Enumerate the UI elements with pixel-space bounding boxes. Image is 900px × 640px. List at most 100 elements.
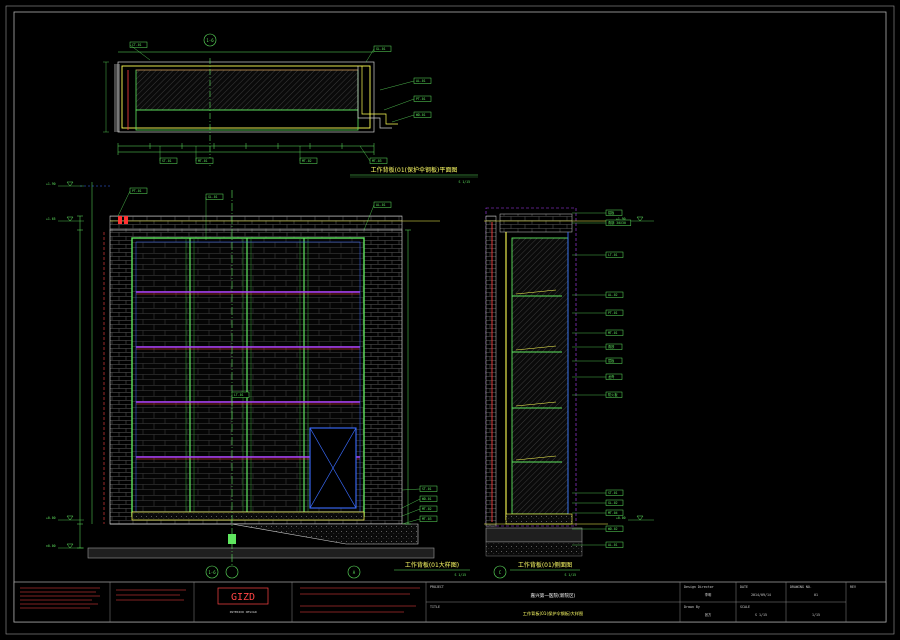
front-view-title: 工作背板(01大样图) S 1/15 bbox=[394, 561, 470, 577]
designer-name: 李明 bbox=[705, 592, 712, 597]
front-level-2-text: +0.00 bbox=[46, 516, 56, 520]
front-label-5-text: WD-01 bbox=[422, 497, 432, 501]
side-view-title: C 工作背板(01)侧面图 S 1/15 bbox=[493, 561, 580, 579]
front-level-3: ±0.00 bbox=[46, 543, 84, 549]
front-level-0-text: +1.90 bbox=[46, 182, 56, 186]
plan-label-5-text: ST-01 bbox=[162, 159, 172, 163]
plan-section-marker: 1-6 bbox=[203, 33, 217, 47]
front-label-7: MT-03 bbox=[401, 515, 438, 525]
label-rev: REV bbox=[850, 585, 856, 589]
plan-label-1-text: GL-01 bbox=[376, 47, 386, 51]
side-label-13-text: WD-02 bbox=[608, 527, 618, 531]
front-level-0: +1.90 bbox=[46, 181, 84, 187]
front-label-1-text: GL-01 bbox=[208, 195, 218, 199]
side-annotations: 铝板角钢 30X30 LT-01 AL-02 PT-01 MT-01 角铁层板龙骨防火板 S… bbox=[572, 209, 632, 548]
side-label-9-text: 防火板 bbox=[608, 392, 618, 397]
plan-label-2-text: AL-01 bbox=[416, 79, 426, 83]
front-level-3-text: ±0.00 bbox=[46, 544, 56, 548]
label-drawn: Drawn By bbox=[684, 605, 700, 609]
label-title: TITLE bbox=[430, 605, 440, 609]
side-label-6-text: 角铁 bbox=[608, 344, 615, 349]
side-label-10: ST-01 bbox=[572, 489, 624, 496]
side-label-7-text: 层板 bbox=[608, 358, 615, 363]
cad-drawing-sheet: 1-6 CT-01 GL-01 AL-01 PT-01 WD-01 ST-01 MT-01 M… bbox=[5, 5, 895, 635]
side-label-0-text: 铝板 bbox=[608, 210, 615, 215]
label-scale: SCALE bbox=[740, 605, 750, 609]
side-label-4-text: PT-01 bbox=[608, 311, 618, 315]
plan-view-title-text: 工作背板(01(保护伞钢板)平面图 bbox=[371, 166, 458, 174]
side-label-8-text: 龙骨 bbox=[608, 374, 614, 379]
front-label-4: ST-01 bbox=[401, 485, 438, 492]
logo-text: GIZD bbox=[231, 592, 255, 603]
label-design: Design Director bbox=[684, 585, 714, 589]
plan-label-7-text: MT-02 bbox=[302, 159, 312, 163]
plan-view bbox=[103, 51, 398, 168]
front-label-6: MT-02 bbox=[401, 505, 438, 517]
side-level-1: +0.00 bbox=[616, 515, 654, 521]
page-count: 1/15 bbox=[812, 613, 820, 617]
plan-label-2: AL-01 bbox=[379, 77, 432, 91]
plan-label-8-text: MT-03 bbox=[372, 159, 382, 163]
label-sheet: DRAWING NO. bbox=[790, 585, 812, 589]
side-label-1-text: 角钢 30X30 bbox=[608, 220, 626, 225]
checker-name: 张方 bbox=[705, 612, 712, 617]
drawing-title: 工作背板(01(保护伞钢板)大样图 bbox=[523, 610, 583, 617]
plan-label-8: MT-03 bbox=[359, 145, 388, 164]
label-date: DATE bbox=[740, 585, 748, 589]
front-view-scale: S 1/15 bbox=[454, 573, 466, 577]
side-label-12-text: MT-04 bbox=[608, 511, 618, 515]
side-label-11: GL-02 bbox=[572, 499, 624, 506]
front-section-marker: 1-6 A bbox=[205, 565, 361, 579]
side-label-4: PT-01 bbox=[572, 309, 624, 316]
plan-label-4-text: WD-01 bbox=[416, 113, 426, 117]
front-elevation bbox=[77, 182, 440, 580]
side-label-3: AL-02 bbox=[572, 291, 624, 298]
logo-subtext: INTERIOR DESIGN bbox=[229, 610, 256, 614]
plan-label-0-text: CT-01 bbox=[132, 43, 142, 47]
plan-label-5: ST-01 bbox=[159, 146, 178, 164]
side-label-8: 龙骨 bbox=[572, 373, 623, 380]
plan-label-0: CT-01 bbox=[129, 41, 151, 61]
side-label-11-text: GL-02 bbox=[608, 501, 618, 505]
plan-label-6-text: MT-01 bbox=[198, 159, 208, 163]
side-label-7: 层板 bbox=[572, 357, 623, 364]
side-level-1-text: +0.00 bbox=[616, 516, 626, 520]
plan-label-3: PT-01 bbox=[383, 95, 432, 111]
side-label-6: 角铁 bbox=[572, 343, 623, 350]
front-levels: +1.90 +1.65 +0.00 ±0.00 bbox=[46, 181, 84, 549]
plan-label-6: MT-01 bbox=[195, 146, 214, 164]
drawing-scale: S 1/15 bbox=[755, 613, 767, 617]
side-label-10-text: ST-01 bbox=[608, 491, 618, 495]
front-level-1-text: +1.65 bbox=[46, 217, 56, 221]
front-label-4-text: ST-01 bbox=[422, 487, 432, 491]
plan-label-1: GL-01 bbox=[365, 45, 392, 63]
front-label-7-text: MT-03 bbox=[422, 517, 432, 521]
plan-label-3-text: PT-01 bbox=[416, 97, 426, 101]
side-label-5-text: MT-01 bbox=[608, 331, 618, 335]
side-label-0: 铝板 bbox=[572, 209, 623, 216]
title-block: GIZD INTERIOR DESIGN PROJECT TITLE Desig… bbox=[13, 581, 887, 623]
side-view-title-text: 工作背板(01)侧面图 bbox=[518, 561, 572, 569]
side-label-2-text: LT-01 bbox=[608, 253, 618, 257]
side-label-3-text: AL-02 bbox=[608, 293, 618, 297]
front-view-title-text: 工作背板(01大样图) bbox=[405, 561, 459, 569]
project-name: 嘉兴第一医院(新院区) bbox=[531, 592, 576, 599]
side-label-2: LT-01 bbox=[572, 251, 624, 258]
front-level-1: +1.65 bbox=[46, 216, 84, 222]
front-label-2-text: AL-01 bbox=[376, 203, 386, 207]
front-label-0-text: PT-01 bbox=[132, 189, 142, 193]
side-view-scale: S 1/15 bbox=[564, 573, 576, 577]
section-marker-bottom-label: 1-6 bbox=[208, 570, 216, 575]
plan-view-scale: S 1/15 bbox=[458, 180, 470, 184]
sheet-number: 01 bbox=[814, 593, 818, 597]
front-label-6-text: MT-02 bbox=[422, 507, 432, 511]
label-project: PROJECT bbox=[430, 585, 444, 589]
side-label-9: 防火板 bbox=[572, 391, 623, 398]
section-marker-top-label: 1-6 bbox=[206, 38, 214, 43]
front-level-2: +0.00 bbox=[46, 515, 84, 521]
side-section bbox=[484, 207, 608, 557]
drawing-date: 2014/09/14 bbox=[751, 593, 771, 597]
plan-label-7: MT-02 bbox=[299, 146, 318, 164]
side-levels: +1.90+0.00 bbox=[616, 216, 654, 521]
side-label-12: MT-04 bbox=[572, 509, 624, 516]
